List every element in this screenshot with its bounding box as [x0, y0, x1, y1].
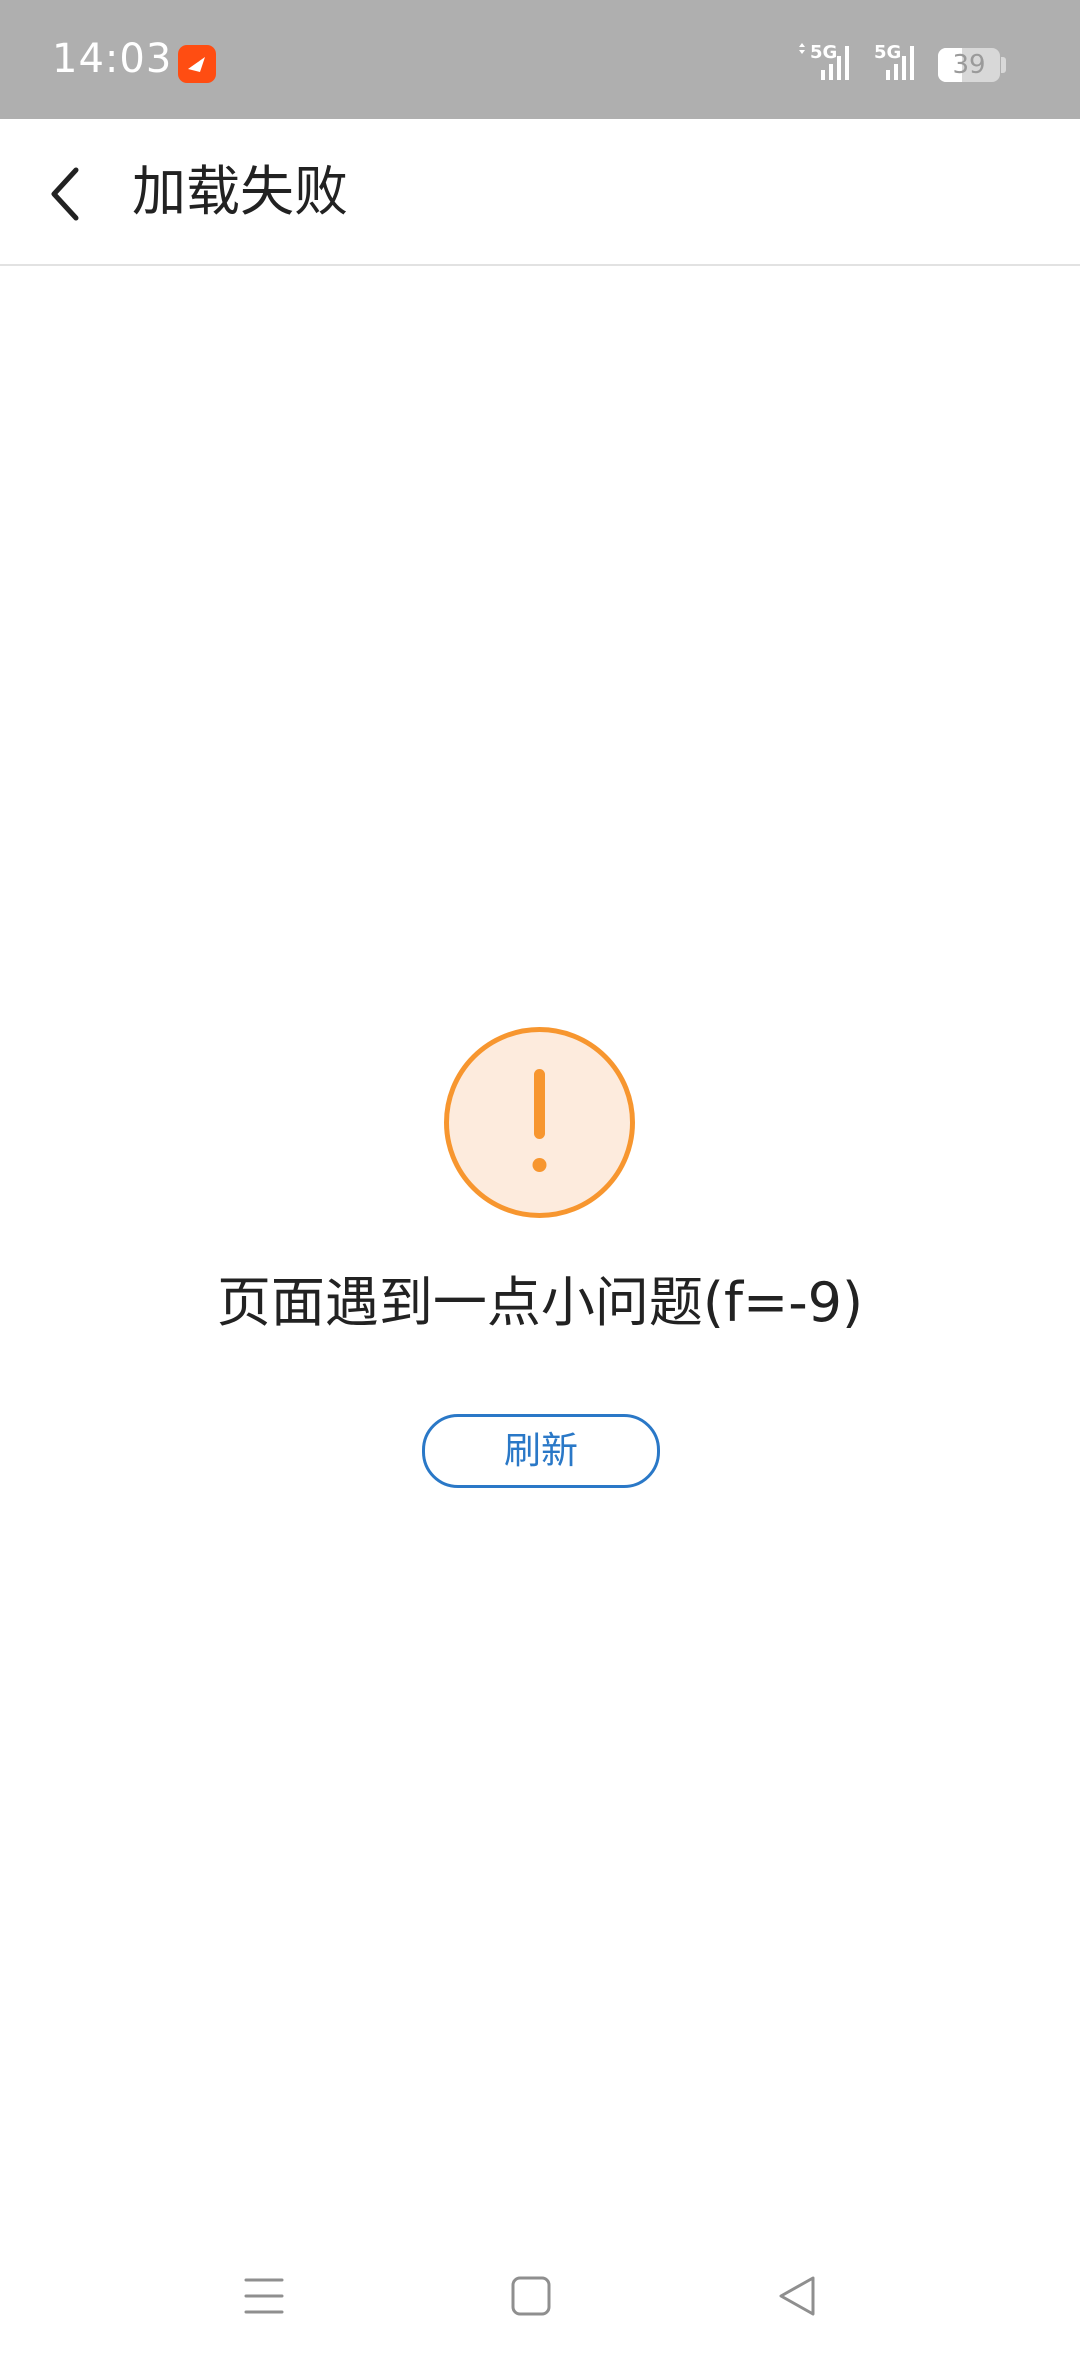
- page-title: 加载失败: [132, 160, 348, 223]
- back-button[interactable]: [36, 159, 96, 229]
- back-triangle-icon: [779, 2276, 815, 2316]
- signal-1-label: 5G: [810, 42, 838, 63]
- menu-button[interactable]: [224, 2256, 304, 2336]
- navigation-bar: [0, 2236, 1080, 2376]
- signal-2-label: 5G: [874, 42, 902, 63]
- home-square-icon: [511, 2276, 551, 2316]
- status-bar: 14:03 5G 5G 39: [0, 0, 1080, 119]
- app-header: 加载失败: [0, 119, 1080, 266]
- battery-percent: 39: [952, 50, 986, 80]
- exclamation-circle-icon: [442, 1025, 637, 1220]
- feishu-app-icon: [178, 45, 216, 83]
- chevron-left-icon: [51, 167, 79, 221]
- screen: 14:03 5G 5G 39 加载失败 页面遇到一点小问题(f=-9) 刷新: [0, 0, 1080, 2376]
- battery-nub: [1001, 57, 1006, 73]
- back-nav-button[interactable]: [757, 2256, 837, 2336]
- menu-icon: [244, 2278, 284, 2314]
- refresh-button[interactable]: 刷新: [422, 1414, 660, 1488]
- battery-icon: 39: [938, 48, 1000, 82]
- error-message: 页面遇到一点小问题(f=-9): [216, 1271, 864, 1334]
- status-time: 14:03: [52, 36, 173, 82]
- home-button[interactable]: [491, 2256, 571, 2336]
